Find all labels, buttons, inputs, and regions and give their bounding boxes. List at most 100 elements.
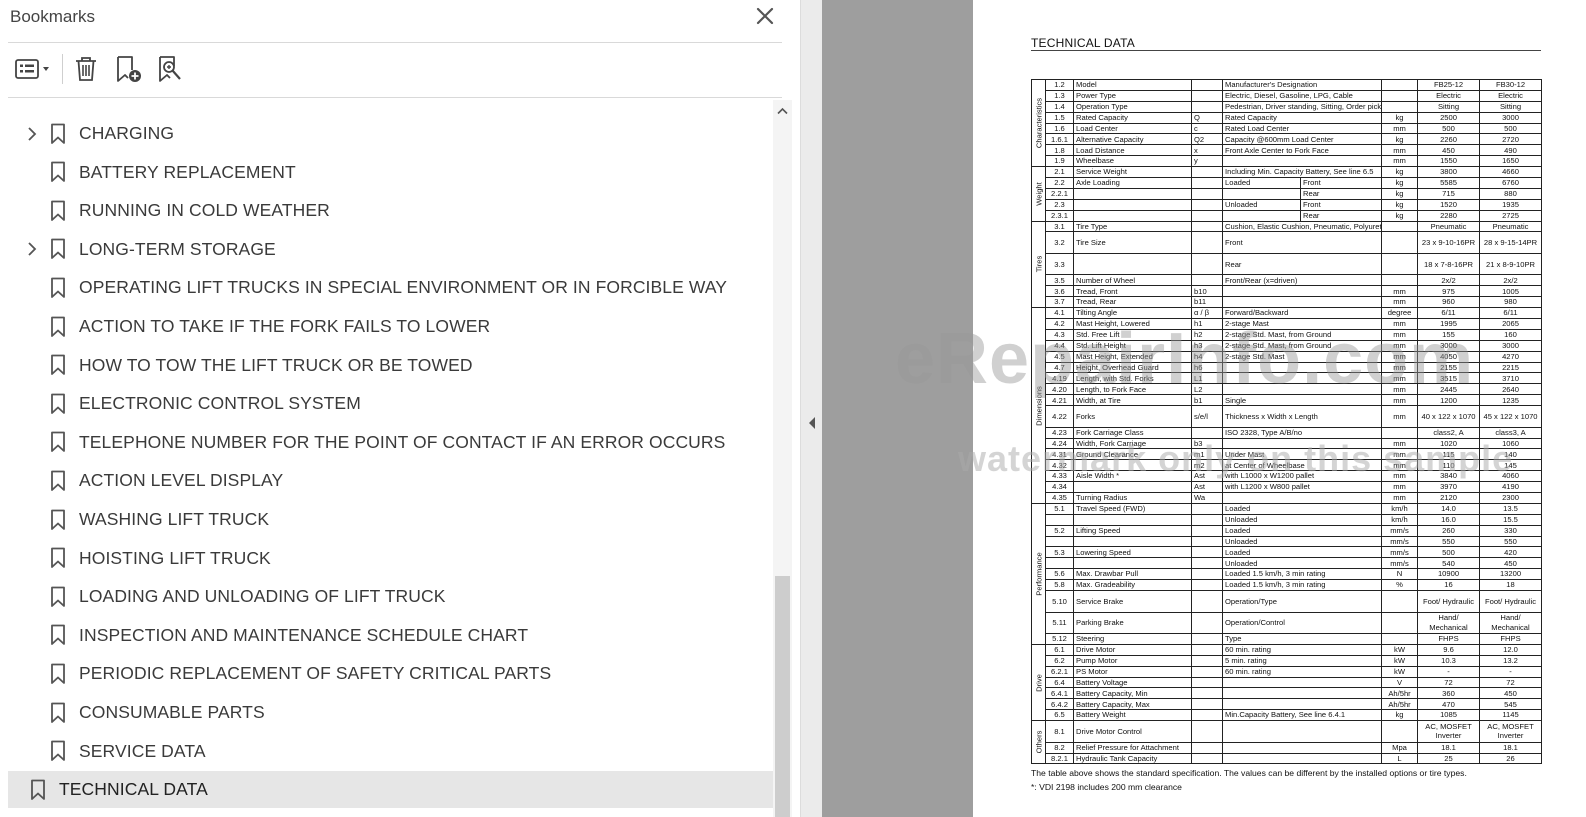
table-row: 4.31 Ground Clearance m1 Under Mast mm 115 140 [1032,448,1543,461]
bookmark-item[interactable]: ACTION TO TAKE IF THE FORK FAILS TO LOWE… [8,308,773,345]
value-fb25: 23 x 9-10-16PR [1417,231,1481,254]
item-description: Min.Capacity Battery, See line 6.4.1 [1221,709,1383,722]
bookmark-item[interactable]: BATTERY REPLACEMENT [8,154,773,191]
item-number: 2.3.1 [1045,209,1074,222]
document-viewer[interactable]: TECHNICAL DATA Characteristics 1.2 Model Ma… [822,0,1586,817]
value-fb25: 3000 [1417,339,1481,352]
expand-chevron-icon[interactable] [24,126,40,142]
item-unit: degree [1381,307,1419,320]
item-description [1222,209,1301,222]
panel-title: Bookmarks [10,7,96,26]
item-unit: mm [1381,328,1419,341]
table-row: 4.23 Fork Carriage Class ISO 2328, Type A/… [1032,426,1543,439]
item-symbol: h6 [1191,361,1223,374]
value-fb25: Hand/ Mechanical [1417,611,1481,635]
item-name: Battery Capacity, Min [1073,687,1192,700]
bookmark-item[interactable]: INSPECTION AND MAINTENANCE SCHEDULE CHAR… [8,617,773,654]
bookmark-label: OPERATING LIFT TRUCKS IN SPECIAL ENVIRON… [79,277,728,298]
item-description: Unloaded [1222,198,1301,211]
item-name: Travel Speed (FWD) [1073,502,1192,515]
bookmarks-scrollbar[interactable] [773,100,792,817]
item-name: Service Weight [1073,166,1192,179]
bookmark-icon [50,161,66,183]
value-fb30: 45 x 122 x 1070 [1479,405,1543,428]
options-menu-icon[interactable] [8,52,56,86]
item-number: 4.32 [1045,459,1074,472]
item-description: Under Mast [1221,448,1383,461]
bookmark-item[interactable]: ELECTRONIC CONTROL SYSTEM [8,385,773,422]
table-row: 3.7 Tread, Rear b11 mm 960 980 [1032,296,1543,309]
bookmark-item[interactable]: HOW TO TOW THE LIFT TRUCK OR BE TOWED [8,347,773,384]
new-bookmark-icon[interactable] [111,52,145,86]
bookmark-label: SERVICE DATA [79,740,206,761]
item-symbol [1191,220,1223,233]
bookmark-icon [50,624,66,646]
bookmark-item[interactable]: SERVICE DATA [8,733,773,770]
find-current-bookmark-icon[interactable] [153,52,187,86]
item-symbol: h4 [1191,350,1223,363]
value-fb30: 145 [1479,459,1543,472]
item-unit [1381,100,1419,113]
item-number: 4.22 [1045,405,1074,428]
value-fb30: 4060 [1479,470,1543,483]
table-row: 5.8 Max. Gradeability Loaded 1.5 km/h, 3 m… [1032,579,1543,592]
bookmark-list: CHARGING BATTERY REPLACEMENT RUNNING IN CO… [8,99,773,817]
panel-splitter[interactable] [800,0,822,817]
value-fb30: 980 [1479,296,1543,309]
item-number: 1.2 [1045,79,1074,91]
item-name [1073,513,1192,526]
value-fb30: 2x/2 [1479,274,1543,287]
item-name [1073,198,1192,211]
bookmark-icon [30,779,46,801]
value-fb25: 975 [1417,285,1481,298]
bookmark-item[interactable]: ACTION LEVEL DISPLAY [8,462,773,499]
item-description: with L1000 x W1200 pallet [1221,470,1383,483]
bookmark-item[interactable]: PERIODIC REPLACEMENT OF SAFETY CRITICAL … [8,655,773,692]
bookmark-item[interactable]: HOISTING LIFT TRUCK [8,540,773,577]
value-fb30: FB30-12 [1479,79,1543,91]
item-symbol: b1 [1191,394,1223,407]
bookmark-item[interactable]: LOADING AND UNLOADING OF LIFT TRUCK [8,578,773,615]
item-description: Unloaded [1221,535,1383,548]
item-number: 5.12 [1045,633,1074,645]
item-description: Unloaded [1221,513,1383,526]
item-description: Unloaded [1221,557,1383,570]
item-description [1221,285,1383,298]
value-fb30: 2725 [1479,209,1543,222]
item-name: Max. Gradeability [1073,579,1192,592]
delete-bookmark-icon[interactable] [69,52,103,86]
value-fb25: 540 [1417,557,1481,570]
collapse-panel-icon[interactable] [807,416,817,430]
expand-chevron-icon[interactable] [24,241,40,257]
scrollbar-thumb[interactable] [775,576,790,817]
group-label: Performance [1033,552,1043,596]
table-row: 2.3 Unloaded Front kg 1520 1935 [1032,198,1543,211]
close-icon[interactable] [754,5,776,27]
bookmark-item[interactable]: CONSUMABLE PARTS [8,694,773,731]
item-number: 6.4 [1045,676,1074,689]
item-name: Tread, Rear [1073,296,1192,309]
item-name: Battery Capacity, Max [1073,698,1192,711]
bookmark-label: PERIODIC REPLACEMENT OF SAFETY CRITICAL … [79,663,552,684]
bookmark-label: TELEPHONE NUMBER FOR THE POINT OF CONTAC… [79,431,726,452]
value-fb25: 500 [1417,546,1481,559]
item-unit: mm/s [1381,557,1419,570]
toolbar-divider [62,54,63,84]
scroll-up-icon[interactable] [776,104,789,116]
bookmark-item[interactable]: RUNNING IN COLD WEATHER [8,192,773,229]
bookmark-item[interactable]: TELEPHONE NUMBER FOR THE POINT OF CONTAC… [8,424,773,461]
value-fb30: 545 [1479,698,1543,711]
bookmark-item[interactable]: WASHING LIFT TRUCK [8,501,773,538]
item-number: 2.2 [1045,177,1074,189]
value-fb30: 4190 [1479,481,1543,493]
item-unit [1381,426,1419,439]
value-fb25: 2445 [1417,383,1481,396]
item-subdescription: Rear [1299,209,1383,222]
item-name: Tread, Front [1073,285,1192,298]
item-name: Tilting Angle [1073,307,1192,320]
bookmark-item[interactable]: TECHNICAL DATA [8,771,773,809]
bookmark-item[interactable]: LONG-TERM STORAGE [8,231,773,268]
bookmark-item[interactable]: OPERATING LIFT TRUCKS IN SPECIAL ENVIRON… [8,269,773,306]
bookmark-item[interactable]: CHARGING [8,115,773,152]
value-fb30: 2300 [1479,492,1543,504]
